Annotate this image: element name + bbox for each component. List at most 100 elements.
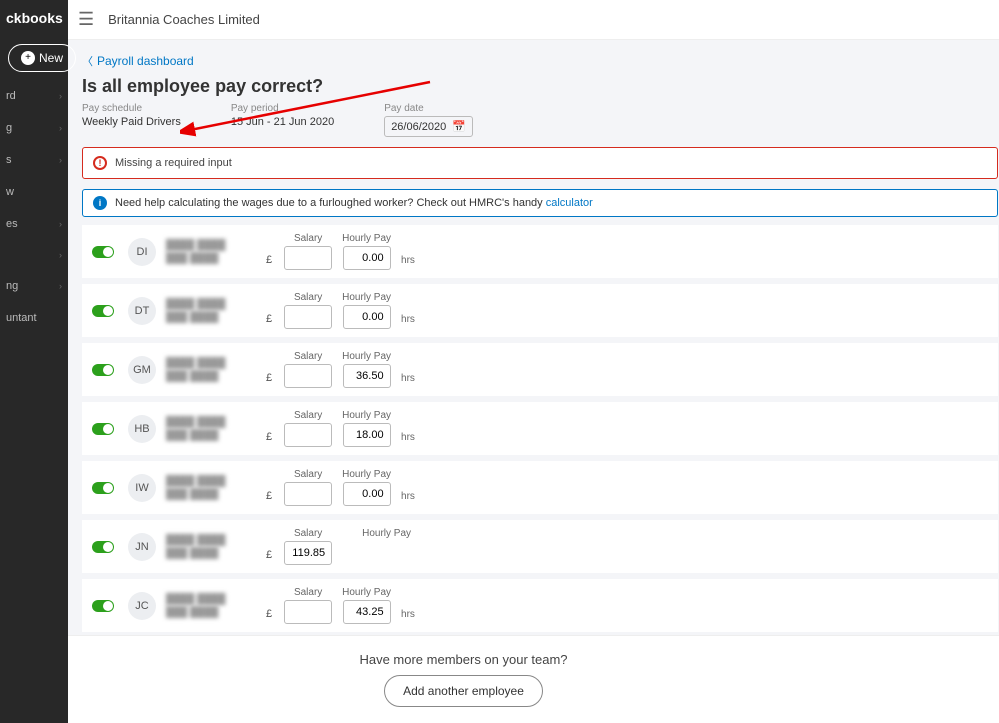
sidebar-item-label: rd bbox=[6, 90, 16, 102]
salary-label: Salary bbox=[294, 292, 322, 303]
info-icon: i bbox=[93, 196, 107, 210]
hourly-pay-label: Hourly Pay bbox=[342, 410, 391, 421]
hourly-pay-label: Hourly Pay bbox=[342, 469, 391, 480]
pay-date-input[interactable]: 26/06/2020 📅 bbox=[384, 116, 473, 137]
sidebar-item[interactable]: ng› bbox=[0, 270, 68, 302]
salary-input[interactable] bbox=[284, 364, 332, 388]
add-employee-button[interactable]: Add another employee bbox=[384, 675, 543, 707]
currency-label: £ bbox=[266, 490, 272, 506]
hourly-pay-input[interactable] bbox=[343, 246, 391, 270]
chevron-right-icon: › bbox=[59, 155, 62, 165]
sidebar-item[interactable]: g› bbox=[0, 112, 68, 144]
currency-label: £ bbox=[266, 431, 272, 447]
sidebar-item[interactable]: untant bbox=[0, 302, 68, 334]
hourly-pay-label: Hourly Pay bbox=[342, 351, 391, 362]
sidebar-item[interactable]: rd› bbox=[0, 80, 68, 112]
hrs-label: hrs bbox=[401, 491, 415, 506]
currency-label: £ bbox=[266, 372, 272, 388]
hourly-pay-input[interactable] bbox=[343, 305, 391, 329]
employee-toggle[interactable] bbox=[92, 305, 114, 317]
salary-input[interactable] bbox=[284, 482, 332, 506]
sidebar-item-label: w bbox=[6, 186, 14, 198]
avatar: JN bbox=[128, 533, 156, 561]
employee-list: DI ████ ████ ███ ████ £ Salary Hourly Pa… bbox=[82, 225, 999, 691]
currency-label: £ bbox=[266, 313, 272, 329]
hourly-pay-input[interactable] bbox=[343, 482, 391, 506]
employee-toggle[interactable] bbox=[92, 600, 114, 612]
salary-input[interactable] bbox=[284, 541, 332, 565]
hrs-label: hrs bbox=[401, 314, 415, 329]
chevron-right-icon: › bbox=[59, 219, 62, 229]
chevron-left-icon: 〈 bbox=[82, 53, 93, 69]
sidebar-item[interactable]: › bbox=[0, 240, 68, 270]
hourly-pay-label: Hourly Pay bbox=[342, 587, 391, 598]
pay-period-label: Pay period bbox=[231, 103, 334, 114]
employee-row: JC ████ ████ ███ ████ £ Salary Hourly Pa… bbox=[82, 579, 998, 632]
employee-toggle[interactable] bbox=[92, 246, 114, 258]
hourly-pay-input[interactable] bbox=[343, 423, 391, 447]
salary-label: Salary bbox=[294, 351, 322, 362]
avatar: HB bbox=[128, 415, 156, 443]
calculator-link[interactable]: calculator bbox=[546, 197, 593, 209]
chevron-right-icon: › bbox=[59, 123, 62, 133]
salary-input[interactable] bbox=[284, 600, 332, 624]
currency-label: £ bbox=[266, 549, 272, 565]
pay-date-value: 26/06/2020 bbox=[391, 121, 446, 133]
employee-row: HB ████ ████ ███ ████ £ Salary Hourly Pa… bbox=[82, 402, 998, 455]
pay-period-value: 15 Jun - 21 Jun 2020 bbox=[231, 116, 334, 128]
sidebar-item[interactable]: w bbox=[0, 176, 68, 208]
pay-period: Pay period 15 Jun - 21 Jun 2020 bbox=[231, 103, 334, 137]
chevron-right-icon: › bbox=[59, 250, 62, 260]
avatar: IW bbox=[128, 474, 156, 502]
new-button[interactable]: + New bbox=[8, 44, 76, 72]
employee-toggle[interactable] bbox=[92, 364, 114, 376]
hrs-label: hrs bbox=[401, 609, 415, 624]
employee-toggle[interactable] bbox=[92, 541, 114, 553]
employee-name: ████ ████ ███ ████ bbox=[166, 534, 236, 560]
employee-name: ████ ████ ███ ████ bbox=[166, 239, 236, 265]
sidebar: ckbooks + New rd›g›s›wes››ng›untant bbox=[0, 0, 68, 723]
salary-input[interactable] bbox=[284, 305, 332, 329]
error-alert: ! Missing a required input bbox=[82, 147, 998, 179]
pay-schedule-label: Pay schedule bbox=[82, 103, 181, 114]
currency-label: £ bbox=[266, 608, 272, 624]
employee-row: GM ████ ████ ███ ████ £ Salary Hourly Pa… bbox=[82, 343, 998, 396]
hrs-label: hrs bbox=[401, 255, 415, 270]
info-banner: i Need help calculating the wages due to… bbox=[82, 189, 998, 217]
employee-toggle[interactable] bbox=[92, 482, 114, 494]
salary-label: Salary bbox=[294, 528, 322, 539]
hamburger-icon[interactable]: ☰ bbox=[78, 9, 94, 30]
hourly-pay-label: Hourly Pay bbox=[342, 292, 391, 303]
employee-name: ████ ████ ███ ████ bbox=[166, 416, 236, 442]
sidebar-item-label: es bbox=[6, 218, 18, 230]
sidebar-item-label: untant bbox=[6, 312, 37, 324]
alert-text: Missing a required input bbox=[115, 157, 232, 169]
employee-toggle[interactable] bbox=[92, 423, 114, 435]
hourly-pay-input[interactable] bbox=[343, 600, 391, 624]
hourly-pay-label: Hourly Pay bbox=[342, 233, 391, 244]
hourly-pay-label: Hourly Pay bbox=[362, 528, 411, 539]
currency-label: £ bbox=[266, 254, 272, 270]
hourly-pay-input[interactable] bbox=[343, 364, 391, 388]
content: 〈 Payroll dashboard Is all employee pay … bbox=[68, 40, 999, 723]
employee-name: ████ ████ ███ ████ bbox=[166, 475, 236, 501]
avatar: JC bbox=[128, 592, 156, 620]
new-button-label: New bbox=[39, 51, 63, 65]
employee-name: ████ ████ ███ ████ bbox=[166, 593, 236, 619]
hrs-label: hrs bbox=[401, 373, 415, 388]
sidebar-item[interactable]: es › bbox=[0, 208, 68, 240]
sidebar-item[interactable]: s› bbox=[0, 144, 68, 176]
salary-label: Salary bbox=[294, 587, 322, 598]
employee-name: ████ ████ ███ ████ bbox=[166, 298, 236, 324]
calendar-icon: 📅 bbox=[452, 120, 466, 133]
salary-input[interactable] bbox=[284, 423, 332, 447]
salary-input[interactable] bbox=[284, 246, 332, 270]
avatar: GM bbox=[128, 356, 156, 384]
app-logo: ckbooks bbox=[0, 0, 68, 36]
employee-row: DI ████ ████ ███ ████ £ Salary Hourly Pa… bbox=[82, 225, 998, 278]
back-link[interactable]: 〈 Payroll dashboard bbox=[82, 53, 194, 69]
pay-date-label: Pay date bbox=[384, 103, 473, 114]
footer-text: Have more members on your team? bbox=[359, 652, 567, 667]
meta-row: Pay schedule Weekly Paid Drivers Pay per… bbox=[82, 103, 999, 137]
sidebar-item-label: ng bbox=[6, 280, 18, 292]
